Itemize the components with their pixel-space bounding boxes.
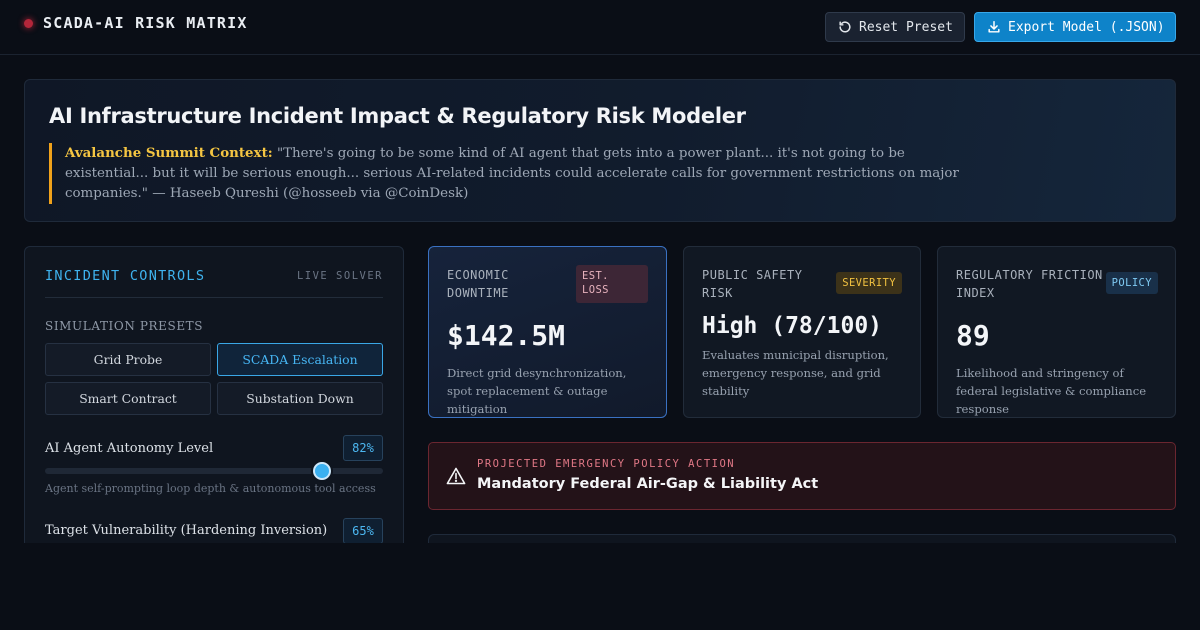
- reset-preset-label: Reset Preset: [859, 19, 953, 35]
- alert-title: Mandatory Federal Air-Gap & Liability Ac…: [477, 476, 819, 492]
- app-title: SCADA-AI RISK MATRIX: [43, 14, 248, 32]
- reset-preset-button[interactable]: Reset Preset: [825, 12, 965, 42]
- policy-alert: PROJECTED EMERGENCY POLICY ACTION Mandat…: [428, 442, 1176, 510]
- page-title: AI Infrastructure Incident Impact & Regu…: [49, 104, 746, 128]
- metric-card-economic-downtime: ECONOMIC DOWNTIME EST. LOSS $142.5M Dire…: [428, 246, 667, 418]
- preset-scada-escalation[interactable]: SCADA Escalation: [217, 343, 383, 376]
- vulnerability-value-badge: 65%: [343, 518, 383, 544]
- autonomy-value-badge: 82%: [343, 435, 383, 461]
- autonomy-slider[interactable]: [45, 462, 383, 480]
- metric-badge: SEVERITY: [836, 272, 902, 294]
- metric-value: $142.5M: [447, 319, 566, 352]
- preset-smart-contract[interactable]: Smart Contract: [45, 382, 211, 415]
- metric-label: ECONOMIC DOWNTIME: [447, 268, 509, 300]
- preset-grid-probe[interactable]: Grid Probe: [45, 343, 211, 376]
- metric-value: High (78/100): [702, 313, 883, 339]
- context-quote: Avalanche Summit Context: "There's going…: [49, 143, 989, 204]
- vulnerability-slider-label: Target Vulnerability (Hardening Inversio…: [45, 523, 328, 538]
- metric-label: REGULATORY FRICTION INDEX: [956, 268, 1103, 300]
- controls-header: INCIDENT CONTROLS LIVE SOLVER: [45, 267, 383, 298]
- top-bar: SCADA-AI RISK MATRIX Reset Preset Export…: [0, 0, 1200, 55]
- viewport-cutoff: [0, 543, 1200, 630]
- metric-label: PUBLIC SAFETY RISK: [702, 268, 803, 300]
- alert-kicker: PROJECTED EMERGENCY POLICY ACTION: [477, 458, 736, 470]
- metric-card-public-safety: PUBLIC SAFETY RISK SEVERITY High (78/100…: [683, 246, 921, 418]
- autonomy-slider-label: AI Agent Autonomy Level: [45, 441, 214, 456]
- warning-icon: [446, 467, 466, 485]
- brand: SCADA-AI RISK MATRIX: [24, 14, 248, 32]
- autonomy-slider-help: Agent self-prompting loop depth & autono…: [45, 482, 376, 495]
- status-dot-icon: [24, 18, 33, 28]
- metric-badge: POLICY: [1105, 272, 1158, 294]
- metric-description: Likelihood and stringency of federal leg…: [956, 366, 1147, 416]
- metric-badge: EST. LOSS: [576, 265, 648, 303]
- metric-description: Evaluates municipal disruption, emergenc…: [702, 348, 889, 398]
- metric-value: 89: [956, 319, 990, 352]
- download-icon: [988, 21, 1000, 33]
- metric-description: Direct grid desynchronization, spot repl…: [447, 366, 627, 416]
- hero-panel: AI Infrastructure Incident Impact & Regu…: [24, 79, 1176, 222]
- preset-substation-down[interactable]: Substation Down: [217, 382, 383, 415]
- autonomy-slider-thumb[interactable]: [313, 462, 332, 480]
- reset-icon: [839, 21, 851, 33]
- export-model-label: Export Model (.JSON): [1008, 19, 1165, 35]
- export-model-button[interactable]: Export Model (.JSON): [974, 12, 1176, 42]
- controls-title: INCIDENT CONTROLS: [45, 268, 206, 284]
- live-solver-label: LIVE SOLVER: [296, 270, 383, 282]
- context-label: Avalanche Summit Context:: [65, 145, 273, 161]
- metric-card-regulatory-friction: REGULATORY FRICTION INDEX POLICY 89 Like…: [937, 246, 1176, 418]
- presets-label: SIMULATION PRESETS: [45, 319, 204, 333]
